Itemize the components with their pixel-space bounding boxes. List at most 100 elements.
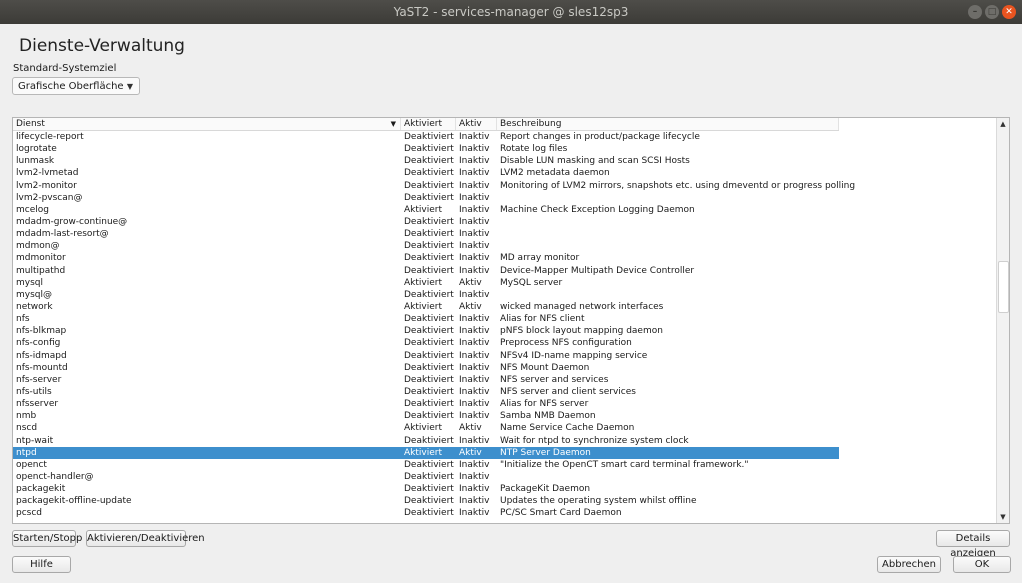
start-stop-button[interactable]: Starten/Stopp bbox=[12, 530, 82, 547]
minimize-icon[interactable]: – bbox=[968, 5, 982, 19]
table-row[interactable]: lifecycle-report Deaktiviert Inaktiv Report… bbox=[13, 131, 839, 143]
cell-active: Inaktiv bbox=[459, 496, 490, 507]
table-row[interactable]: mysql Aktiviert Aktiv MySQL server bbox=[13, 277, 839, 289]
cell-service: pcscd bbox=[16, 508, 43, 519]
table-row[interactable]: mcelog Aktiviert Inaktiv Machine Check Exce… bbox=[13, 204, 839, 216]
window-controls: – □ ✕ bbox=[968, 5, 1016, 19]
cell-enabled: Deaktiviert bbox=[404, 362, 454, 373]
cell-description: LVM2 metadata daemon bbox=[500, 168, 610, 179]
cell-service: ntp-wait bbox=[16, 435, 54, 446]
table-row[interactable]: openct Deaktiviert Inaktiv "Initialize the … bbox=[13, 459, 839, 471]
cell-service: nfs-utils bbox=[16, 386, 52, 397]
cell-description: Updates the operating system whilst offl… bbox=[500, 496, 697, 507]
cell-service: mdmon@ bbox=[16, 241, 60, 252]
table-row[interactable]: nfs-mountd Deaktiviert Inaktiv NFS Mount Da… bbox=[13, 362, 839, 374]
cell-description: pNFS block layout mapping daemon bbox=[500, 326, 663, 337]
table-row[interactable]: nfs-idmapd Deaktiviert Inaktiv NFSv4 ID-nam… bbox=[13, 350, 839, 362]
table-row[interactable]: nfs-server Deaktiviert Inaktiv NFS server a… bbox=[13, 374, 839, 386]
default-target-select[interactable]: Grafische Oberfläche ▼ bbox=[12, 77, 140, 95]
cell-enabled: Deaktiviert bbox=[404, 374, 454, 385]
table-row[interactable]: lvm2-lvmetad Deaktiviert Inaktiv LVM2 metad… bbox=[13, 167, 839, 179]
cell-active: Inaktiv bbox=[459, 386, 490, 397]
table-row[interactable]: logrotate Deaktiviert Inaktiv Rotate log fi… bbox=[13, 143, 839, 155]
cell-enabled: Deaktiviert bbox=[404, 192, 454, 203]
cell-enabled: Deaktiviert bbox=[404, 156, 454, 167]
column-header-enabled[interactable]: Aktiviert bbox=[401, 118, 456, 130]
scroll-down-icon[interactable]: ▼ bbox=[997, 511, 1009, 523]
cell-service: lvm2-lvmetad bbox=[16, 168, 79, 179]
enable-disable-button[interactable]: Aktivieren/Deaktivieren bbox=[86, 530, 205, 547]
cell-active: Inaktiv bbox=[459, 265, 490, 276]
column-header-active[interactable]: Aktiv bbox=[456, 118, 497, 130]
table-row[interactable]: nfs-config Deaktiviert Inaktiv Preprocess N… bbox=[13, 337, 839, 349]
cell-description: NFS Mount Daemon bbox=[500, 362, 590, 373]
table-row[interactable]: multipathd Deaktiviert Inaktiv Device-Mappe… bbox=[13, 265, 839, 277]
cell-service: mdadm-grow-continue@ bbox=[16, 216, 128, 227]
cell-active: Inaktiv bbox=[459, 289, 490, 300]
cell-enabled: Aktiviert bbox=[404, 423, 442, 434]
maximize-icon[interactable]: □ bbox=[985, 5, 999, 19]
table-row[interactable]: nfsserver Deaktiviert Inaktiv Alias for NFS… bbox=[13, 398, 839, 410]
table-row[interactable]: nfs-blkmap Deaktiviert Inaktiv pNFS block l… bbox=[13, 325, 839, 337]
services-table[interactable]: Dienst ▼ Aktiviert Aktiv Beschreibung li… bbox=[12, 117, 1010, 524]
table-row[interactable]: nscd Aktiviert Aktiv Name Service Cache Dae… bbox=[13, 422, 839, 434]
sort-down-icon: ▼ bbox=[390, 120, 396, 128]
cell-enabled: Deaktiviert bbox=[404, 338, 454, 349]
cancel-button[interactable]: Abbrechen bbox=[877, 556, 941, 573]
cell-service: nfs-server bbox=[16, 374, 62, 385]
cell-service: logrotate bbox=[16, 144, 57, 155]
cell-enabled: Deaktiviert bbox=[404, 314, 454, 325]
table-row[interactable]: lvm2-pvscan@ Deaktiviert Inaktiv bbox=[13, 192, 839, 204]
table-row[interactable]: nmb Deaktiviert Inaktiv Samba NMB Daemon bbox=[13, 410, 839, 422]
table-row[interactable]: lunmask Deaktiviert Inaktiv Disable LUN mas… bbox=[13, 155, 839, 167]
cell-service: packagekit bbox=[16, 484, 66, 495]
table-row[interactable]: ntpd Aktiviert Aktiv NTP Server Daemon bbox=[13, 446, 839, 459]
cell-service: packagekit-offline-update bbox=[16, 496, 132, 507]
ok-button[interactable]: OK bbox=[953, 556, 1011, 573]
column-header-service[interactable]: Dienst ▼ bbox=[13, 118, 401, 130]
cell-active: Aktiv bbox=[459, 301, 482, 312]
close-icon[interactable]: ✕ bbox=[1002, 5, 1016, 19]
cell-enabled: Deaktiviert bbox=[404, 289, 454, 300]
table-row[interactable]: packagekit Deaktiviert Inaktiv PackageKit D… bbox=[13, 483, 839, 495]
cell-description: Report changes in product/package lifecy… bbox=[500, 132, 700, 142]
table-row[interactable]: mdmon@ Deaktiviert Inaktiv bbox=[13, 240, 839, 252]
table-scrollbar[interactable]: ▲ ▼ bbox=[996, 118, 1009, 523]
cell-enabled: Deaktiviert bbox=[404, 241, 454, 252]
cell-active: Inaktiv bbox=[459, 435, 490, 446]
table-row[interactable]: mdadm-last-resort@ Deaktiviert Inaktiv bbox=[13, 228, 839, 240]
table-row[interactable]: mdmonitor Deaktiviert Inaktiv MD array moni… bbox=[13, 252, 839, 264]
table-row[interactable]: nfs Deaktiviert Inaktiv Alias for NFS clien… bbox=[13, 313, 839, 325]
table-row[interactable]: lvm2-monitor Deaktiviert Inaktiv Monitoring… bbox=[13, 180, 855, 192]
cell-description: wicked managed network interfaces bbox=[500, 301, 664, 312]
cell-active: Inaktiv bbox=[459, 168, 490, 179]
table-row[interactable]: packagekit-offline-update Deaktiviert Inak… bbox=[13, 495, 839, 507]
page-title: Dienste-Verwaltung bbox=[19, 36, 185, 56]
table-row[interactable]: network Aktiviert Aktiv wicked managed netw… bbox=[13, 301, 839, 313]
cell-service: openct bbox=[16, 459, 47, 470]
cell-service: nfs bbox=[16, 314, 30, 325]
cell-description: MySQL server bbox=[500, 277, 563, 288]
cell-enabled: Deaktiviert bbox=[404, 350, 454, 361]
cell-description: Device-Mapper Multipath Device Controlle… bbox=[500, 265, 695, 276]
table-row[interactable]: ntp-wait Deaktiviert Inaktiv Wait for ntpd … bbox=[13, 435, 839, 447]
cell-enabled: Deaktiviert bbox=[404, 132, 454, 142]
show-details-button[interactable]: Details anzeigen bbox=[936, 530, 1010, 559]
scroll-up-icon[interactable]: ▲ bbox=[997, 118, 1009, 130]
cell-description: NFSv4 ID-name mapping service bbox=[500, 350, 648, 361]
table-row[interactable]: nfs-utils Deaktiviert Inaktiv NFS server an… bbox=[13, 386, 839, 398]
table-row[interactable]: pcscd Deaktiviert Inaktiv PC/SC Smart Card … bbox=[13, 507, 839, 519]
cell-active: Inaktiv bbox=[459, 132, 490, 142]
cell-active: Inaktiv bbox=[459, 362, 490, 373]
table-row[interactable]: mysql@ Deaktiviert Inaktiv bbox=[13, 289, 839, 301]
cell-active: Inaktiv bbox=[459, 484, 490, 495]
column-header-description[interactable]: Beschreibung bbox=[497, 118, 839, 130]
scrollbar-thumb[interactable] bbox=[998, 261, 1009, 313]
table-row[interactable]: mdadm-grow-continue@ Deaktiviert Inaktiv bbox=[13, 216, 839, 228]
cell-enabled: Deaktiviert bbox=[404, 411, 454, 422]
table-row[interactable]: openct-handler@ Deaktiviert Inaktiv bbox=[13, 471, 839, 483]
help-button[interactable]: Hilfe bbox=[12, 556, 71, 573]
cell-enabled: Deaktiviert bbox=[404, 168, 454, 179]
cell-description: Disable LUN masking and scan SCSI Hosts bbox=[500, 156, 690, 167]
cell-active: Inaktiv bbox=[459, 229, 490, 240]
